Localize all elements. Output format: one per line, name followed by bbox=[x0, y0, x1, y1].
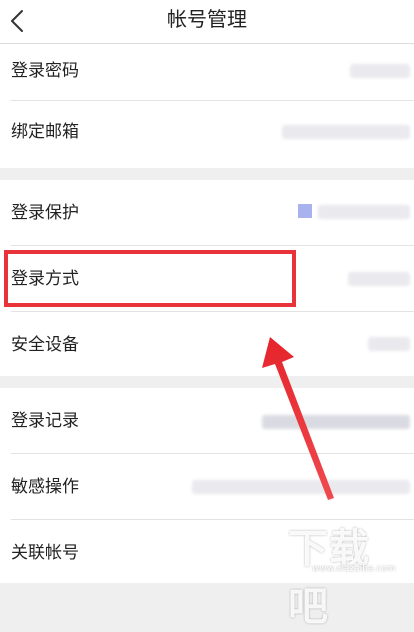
list-item-label: 登录密码 bbox=[11, 61, 79, 81]
obscured-value bbox=[318, 205, 410, 219]
obscured-value bbox=[262, 415, 410, 429]
list-item-label: 敏感操作 bbox=[11, 477, 79, 497]
highlight-box bbox=[4, 250, 296, 307]
obscured-value bbox=[368, 337, 410, 351]
list-item-label: 登录保护 bbox=[11, 203, 79, 223]
obscured-value bbox=[348, 272, 410, 286]
list-item-security-device[interactable]: 安全设备 bbox=[0, 312, 414, 376]
list-item-login-password[interactable]: 登录密码 bbox=[0, 44, 414, 101]
settings-group-1: 登录密码 绑定邮箱 bbox=[0, 44, 414, 168]
list-item-login-protection[interactable]: 登录保护 bbox=[0, 180, 414, 246]
obscured-value bbox=[192, 480, 410, 494]
obscured-value bbox=[350, 64, 410, 78]
list-item-sensitive-operations[interactable]: 敏感操作 bbox=[0, 454, 414, 520]
page-title: 帐号管理 bbox=[167, 7, 247, 31]
list-item-bind-email[interactable]: 绑定邮箱 bbox=[0, 101, 414, 168]
list-item-label: 安全设备 bbox=[11, 335, 79, 355]
list-item-label: 登录记录 bbox=[11, 411, 79, 431]
status-indicator bbox=[298, 204, 312, 218]
watermark-url: www.xiazaiba.com bbox=[312, 564, 396, 574]
watermark: 下载吧 www.xiazaiba.com bbox=[288, 516, 410, 630]
list-item-login-records[interactable]: 登录记录 bbox=[0, 388, 414, 454]
navigation-bar: 帐号管理 bbox=[0, 0, 414, 44]
watermark-logo: 下载吧 bbox=[288, 526, 370, 630]
list-item-label: 关联帐号 bbox=[11, 543, 79, 563]
list-item-label: 绑定邮箱 bbox=[11, 122, 79, 142]
obscured-value bbox=[282, 125, 410, 139]
